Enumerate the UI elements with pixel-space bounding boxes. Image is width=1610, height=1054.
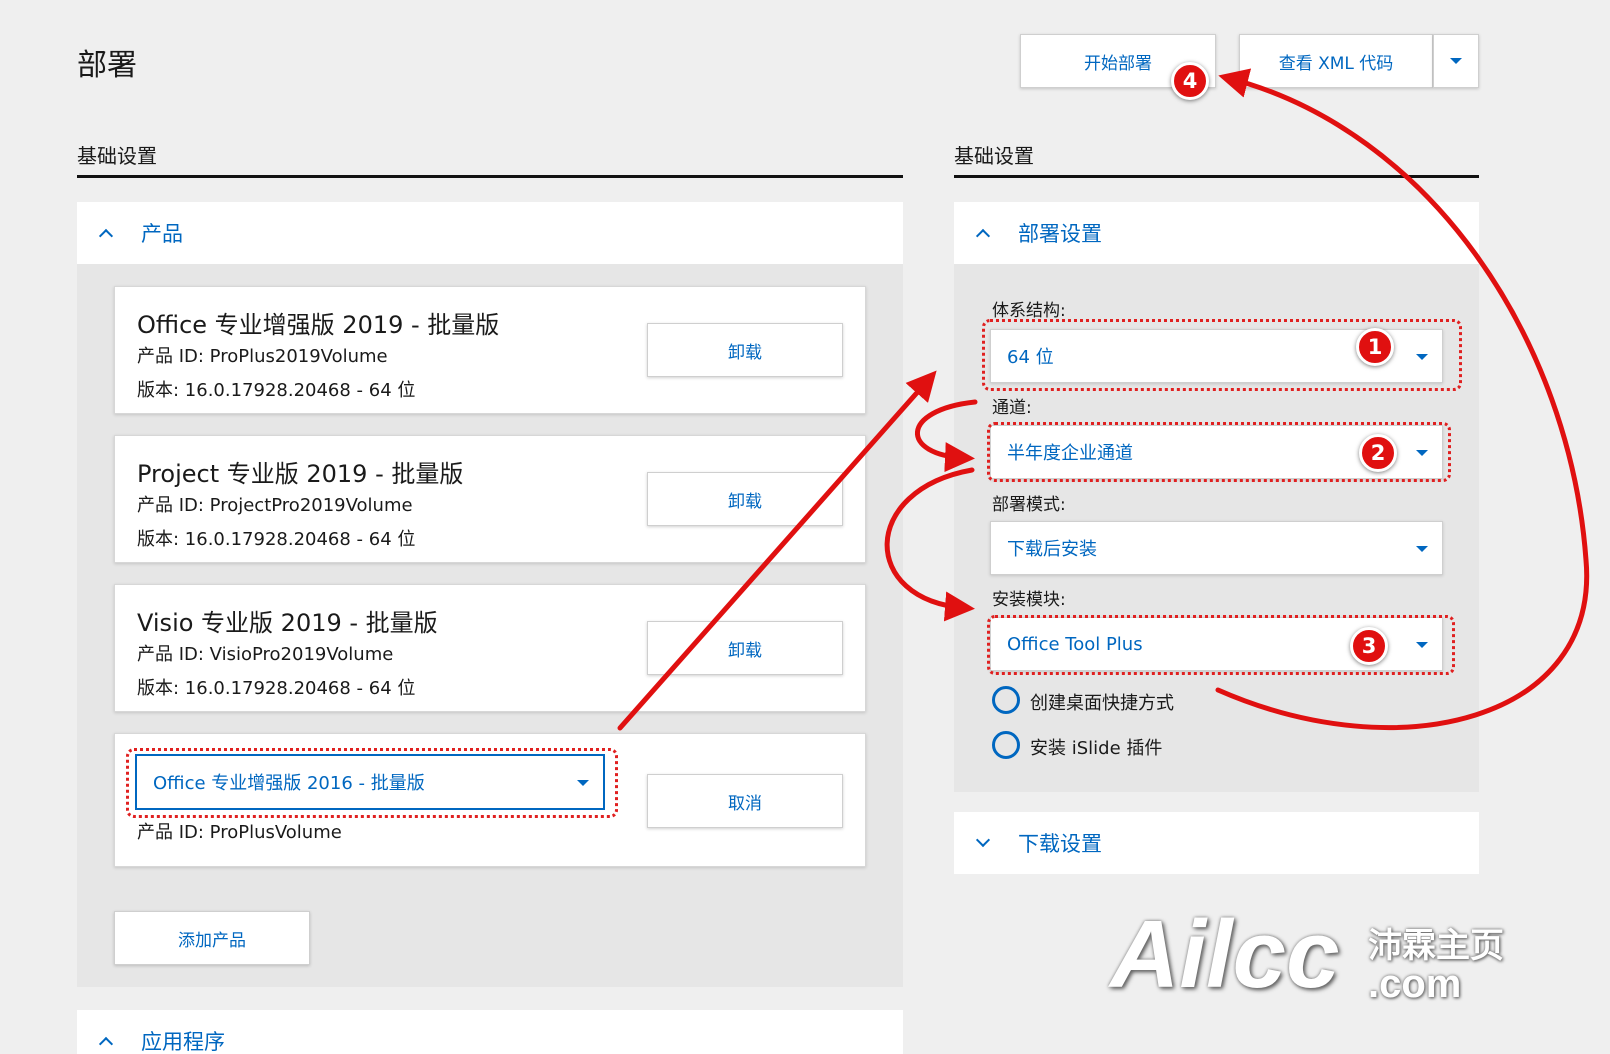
arrow-to-install-module [884, 467, 975, 622]
arrow-to-channel [915, 399, 978, 473]
watermark-cn: 沛霖主页 [1368, 926, 1504, 966]
arrow-to-architecture [617, 370, 937, 731]
annotation-badge: 3 [1350, 627, 1388, 665]
annotation-badge: 1 [1356, 328, 1394, 366]
annotation-arrows [617, 68, 1590, 731]
watermark-logo: Ailcc 沛霖主页 .com [1110, 900, 1530, 1020]
annotation-arrow-group [617, 68, 1590, 731]
annotation-badge: 2 [1359, 434, 1397, 472]
watermark-domain: .com [1368, 962, 1462, 1006]
annotation-badge: 4 [1171, 62, 1209, 100]
watermark-brand: Ailcc [1110, 901, 1340, 1008]
arrow-to-start-button [1215, 68, 1590, 730]
